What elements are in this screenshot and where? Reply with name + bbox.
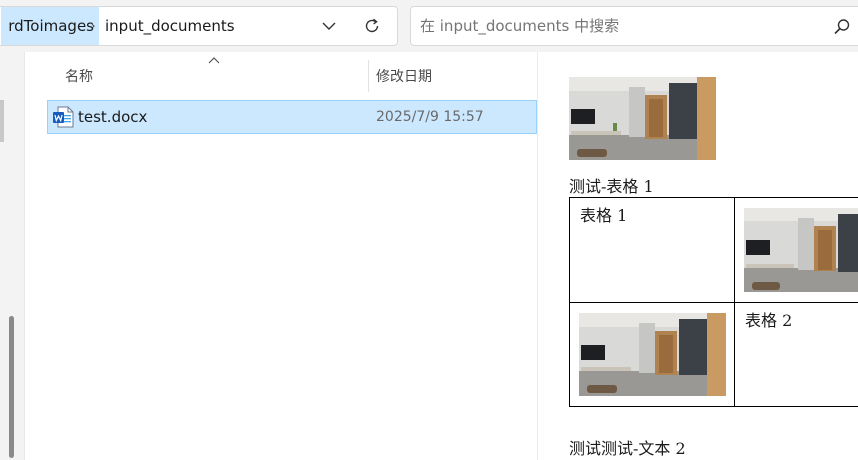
table-cell <box>569 302 735 407</box>
file-row[interactable]: test.docx 2025/7/9 15:57 <box>47 100 537 134</box>
document-text: 测试测试-文本 2 <box>569 439 686 458</box>
table-cell: 表格 2 <box>734 302 858 407</box>
search-icon[interactable] <box>833 18 851 36</box>
interior-photo <box>579 313 726 396</box>
file-date-modified: 2025/7/9 15:57 <box>376 109 484 125</box>
breadcrumb-separator-icon[interactable]: › <box>85 7 101 45</box>
search-input[interactable] <box>420 7 800 45</box>
nav-scrollbar[interactable] <box>9 316 14 458</box>
file-list: 名称 修改日期 test.docx 2025/7/9 15:57 <box>25 52 537 460</box>
sort-ascending-icon <box>207 56 221 66</box>
table-cell-text: 表格 1 <box>580 206 628 225</box>
clipped-heading-text <box>569 52 679 62</box>
table-caption: 测试-表格 1 <box>569 177 654 196</box>
navigation-pane[interactable] <box>0 52 24 460</box>
word-document-icon <box>52 106 74 128</box>
document-table: 表格 1 表格 2 <box>569 197 858 407</box>
breadcrumb-current[interactable]: input_documents <box>105 7 235 45</box>
interior-photo <box>744 208 858 292</box>
column-header-name[interactable]: 名称 <box>65 66 93 86</box>
nav-selected-item[interactable] <box>0 100 4 142</box>
interior-photo <box>569 77 716 160</box>
table-cell <box>734 197 858 303</box>
breadcrumb-parent-label: rdToimages <box>8 17 94 35</box>
refresh-icon[interactable] <box>359 13 385 39</box>
column-header-date-modified[interactable]: 修改日期 <box>376 66 432 86</box>
preview-pane: 测试-表格 1 表格 1 表格 2 测试测试-文本 2 <box>538 52 858 460</box>
column-resize-handle[interactable] <box>368 60 369 92</box>
top-bar: rdToimages › input_documents <box>0 0 858 52</box>
address-bar[interactable]: rdToimages › input_documents <box>0 6 398 46</box>
table-cell: 表格 1 <box>569 197 735 303</box>
file-name: test.docx <box>78 108 148 126</box>
table-cell-text: 表格 2 <box>745 311 793 330</box>
search-box[interactable] <box>410 6 858 46</box>
chevron-down-icon[interactable] <box>317 16 341 36</box>
